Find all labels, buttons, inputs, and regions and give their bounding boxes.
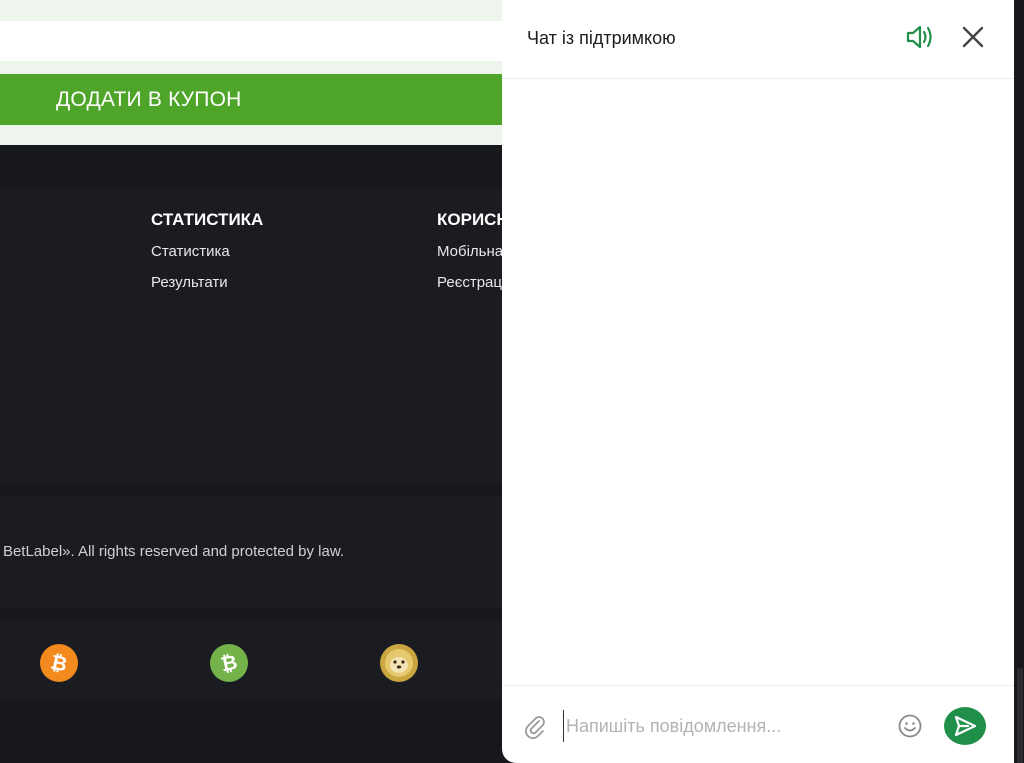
page-edge bbox=[1014, 0, 1024, 763]
send-icon bbox=[954, 715, 977, 737]
statistics-heading: СТАТИСТИКА bbox=[151, 210, 264, 229]
sound-icon[interactable] bbox=[904, 22, 936, 52]
message-input[interactable] bbox=[563, 710, 886, 742]
chat-composer bbox=[502, 685, 1014, 763]
send-button[interactable] bbox=[944, 707, 986, 745]
close-icon[interactable] bbox=[958, 22, 988, 52]
page-scrollbar[interactable] bbox=[1017, 668, 1023, 763]
chat-header: Чат із підтримкою bbox=[502, 0, 1014, 79]
paperclip-icon[interactable] bbox=[522, 713, 548, 739]
emoji-icon[interactable] bbox=[897, 713, 923, 739]
bitcoin-icon: ₿ bbox=[40, 644, 78, 682]
copyright-text: BetLabel». All rights reserved and prote… bbox=[2, 543, 344, 560]
footer-gap bbox=[0, 145, 502, 190]
add-to-coupon-button[interactable]: ДОДАТИ В КУПОН bbox=[0, 74, 502, 125]
footer-link-registration[interactable]: Реєстрац bbox=[437, 274, 502, 291]
chat-title: Чат із підтримкою bbox=[527, 28, 676, 48]
svg-text:₿: ₿ bbox=[219, 650, 240, 677]
useful-heading: КОРИСН bbox=[437, 210, 509, 229]
crypto-panel: ₿ ₿ bbox=[0, 622, 502, 699]
dogecoin-icon bbox=[380, 644, 418, 682]
svg-text:₿: ₿ bbox=[49, 650, 70, 677]
support-chat-window: Чат із підтримкою bbox=[502, 0, 1014, 763]
footer-link-mobile[interactable]: Мобільна bbox=[437, 243, 503, 260]
coupon-input[interactable] bbox=[0, 21, 502, 61]
footer-links-panel: СТАТИСТИКА Статистика Результати КОРИСН … bbox=[0, 190, 509, 483]
footer-link-results[interactable]: Результати bbox=[151, 274, 228, 291]
copyright-panel: BetLabel». All rights reserved and prote… bbox=[0, 495, 502, 609]
chat-messages-area bbox=[502, 79, 1014, 685]
bitcoin-cash-icon: ₿ bbox=[210, 644, 248, 682]
footer-link-statistics[interactable]: Статистика bbox=[151, 243, 230, 260]
